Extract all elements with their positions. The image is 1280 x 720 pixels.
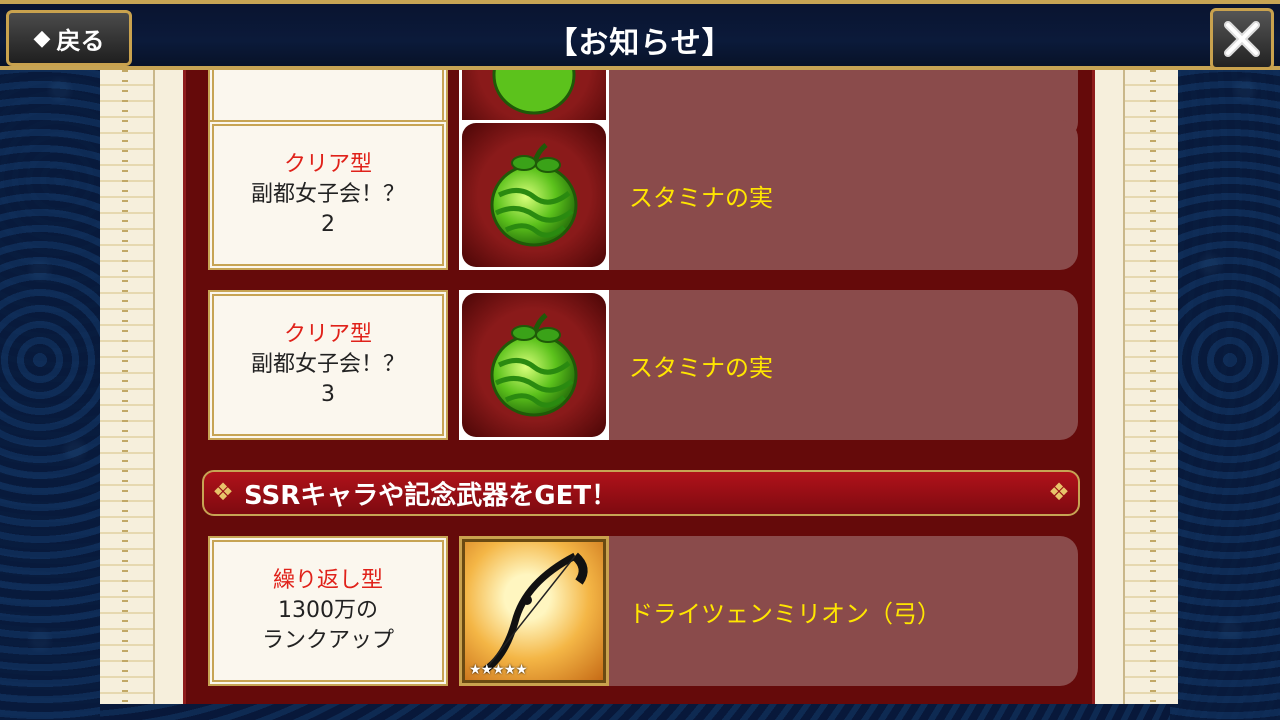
page-title: 【お知らせ】 (547, 26, 733, 61)
quest-name: 副都女子会！？ (250, 352, 405, 377)
section-banner: ❖ SSRキャラや記念武器をGET！ ❖ (202, 470, 1080, 516)
reward-name: スタミナの実 (629, 183, 773, 212)
quest-label-box: クリア型 副都女子会！？ 3 (208, 290, 448, 440)
notice-scroll-panel[interactable]: クリア型 副都女子会！？ 2 スタミナの実 クリア型 副都女子会！？ 3 スタミ… (183, 70, 1095, 704)
header-bar: ◆ 戻る 【お知らせ】 (0, 0, 1280, 70)
background-right-ornament (1170, 0, 1280, 720)
frame-left-rail (100, 70, 155, 704)
quest-label-box: 繰り返し型 1300万の ランクアップ (208, 536, 448, 686)
reward-name-box: ドライツェンミリオン（弓） (609, 536, 1078, 686)
stamina-fruit-icon (459, 120, 609, 270)
quest-number: 2 (321, 212, 335, 237)
close-icon (1224, 21, 1260, 57)
bow-weapon-icon: ★★★★★ (459, 536, 609, 686)
quest-label-box: クリア型 副都女子会！？ 2 (208, 120, 448, 270)
stamina-fruit-icon (459, 290, 609, 440)
background-left-ornament (0, 0, 100, 720)
close-button[interactable] (1210, 8, 1274, 70)
quest-name: 1300万の (278, 598, 378, 623)
section-title: SSRキャラや記念武器をGET！ (244, 480, 618, 511)
ornament-icon: ❖ (212, 478, 234, 506)
quest-name-line2: ランクアップ (261, 628, 394, 653)
reward-row: クリア型 副都女子会！？ 2 スタミナの実 (208, 120, 1078, 270)
quest-type: クリア型 (283, 152, 372, 177)
rarity-stars: ★★★★★ (469, 662, 528, 678)
reward-name-box: スタミナの実 (609, 120, 1078, 270)
frame-right-rail (1123, 70, 1178, 704)
quest-type: 繰り返し型 (272, 568, 383, 593)
quest-type: クリア型 (283, 322, 372, 347)
reward-name: スタミナの実 (629, 353, 773, 382)
reward-row: 繰り返し型 1300万の ランクアップ ★★★★★ ドライツェンミリオン（弓） (208, 536, 1078, 686)
reward-name: ドライツェンミリオン（弓） (629, 599, 941, 628)
reward-row: クリア型 副都女子会！？ 3 スタミナの実 (208, 290, 1078, 440)
ornament-icon: ❖ (1048, 478, 1070, 506)
quest-number: 3 (321, 382, 335, 407)
quest-name: 副都女子会！？ (250, 182, 405, 207)
reward-name-box: スタミナの実 (609, 290, 1078, 440)
